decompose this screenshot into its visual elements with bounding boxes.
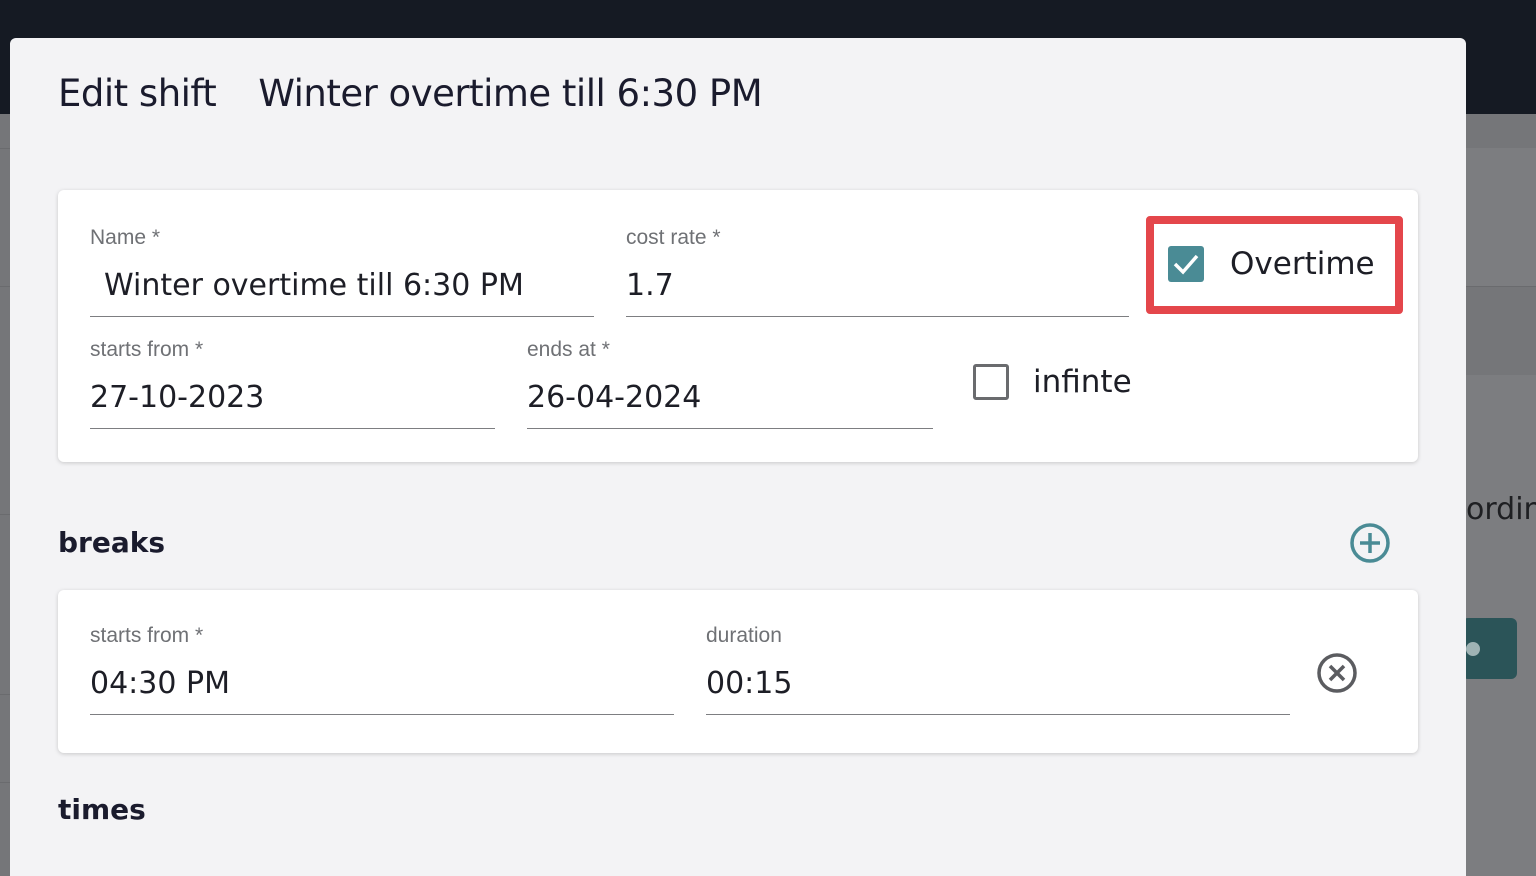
dialog-shift-name: Winter overtime till 6:30 PM <box>258 72 763 115</box>
times-section-title: times <box>58 793 146 826</box>
starts-from-input[interactable]: 27-10-2023 <box>90 380 264 415</box>
ends-at-underline <box>527 428 933 429</box>
dialog-title: Edit shift <box>58 72 217 115</box>
background-info-button <box>1462 618 1517 679</box>
break-duration-field[interactable]: duration 00:15 <box>706 624 1290 716</box>
break-duration-input[interactable]: 00:15 <box>706 666 792 701</box>
background-partial-text: ordin <box>1466 492 1536 527</box>
infinite-checkbox[interactable]: infinte <box>973 364 1132 400</box>
edit-shift-dialog: Edit shift Winter overtime till 6:30 PM … <box>10 38 1466 876</box>
dialog-header: Edit shift Winter overtime till 6:30 PM <box>58 72 763 115</box>
overtime-highlight-box <box>1146 216 1403 314</box>
name-input[interactable]: Winter overtime till 6:30 PM <box>104 268 524 303</box>
ends-at-field[interactable]: ends at * 26-04-2024 <box>527 338 933 430</box>
break-starts-from-field[interactable]: starts from * 04:30 PM <box>90 624 674 716</box>
break-duration-underline <box>706 714 1290 715</box>
break-starts-from-underline <box>90 714 674 715</box>
ends-at-label: ends at * <box>527 338 610 361</box>
break-starts-from-label: starts from * <box>90 624 204 647</box>
name-field[interactable]: Name * Winter overtime till 6:30 PM <box>90 226 594 318</box>
remove-break-icon[interactable] <box>1316 652 1358 694</box>
info-icon <box>1466 642 1480 656</box>
background-panel <box>1466 148 1536 286</box>
cost-rate-field[interactable]: cost rate * 1.7 <box>626 226 1129 318</box>
break-card: starts from * 04:30 PM duration 00:15 <box>58 590 1418 753</box>
starts-from-field[interactable]: starts from * 27-10-2023 <box>90 338 495 430</box>
starts-from-underline <box>90 428 495 429</box>
add-break-icon[interactable] <box>1348 521 1392 565</box>
infinite-checkbox-box[interactable] <box>973 364 1009 400</box>
cost-rate-label: cost rate * <box>626 226 721 249</box>
starts-from-label: starts from * <box>90 338 204 361</box>
name-label: Name * <box>90 226 161 249</box>
name-underline <box>90 316 594 317</box>
breaks-section-title: breaks <box>58 526 166 559</box>
cost-rate-underline <box>626 316 1129 317</box>
break-duration-label: duration <box>706 624 782 647</box>
ends-at-input[interactable]: 26-04-2024 <box>527 380 701 415</box>
cost-rate-input[interactable]: 1.7 <box>626 268 674 303</box>
infinite-label: infinte <box>1033 364 1132 400</box>
break-starts-from-input[interactable]: 04:30 PM <box>90 666 230 701</box>
